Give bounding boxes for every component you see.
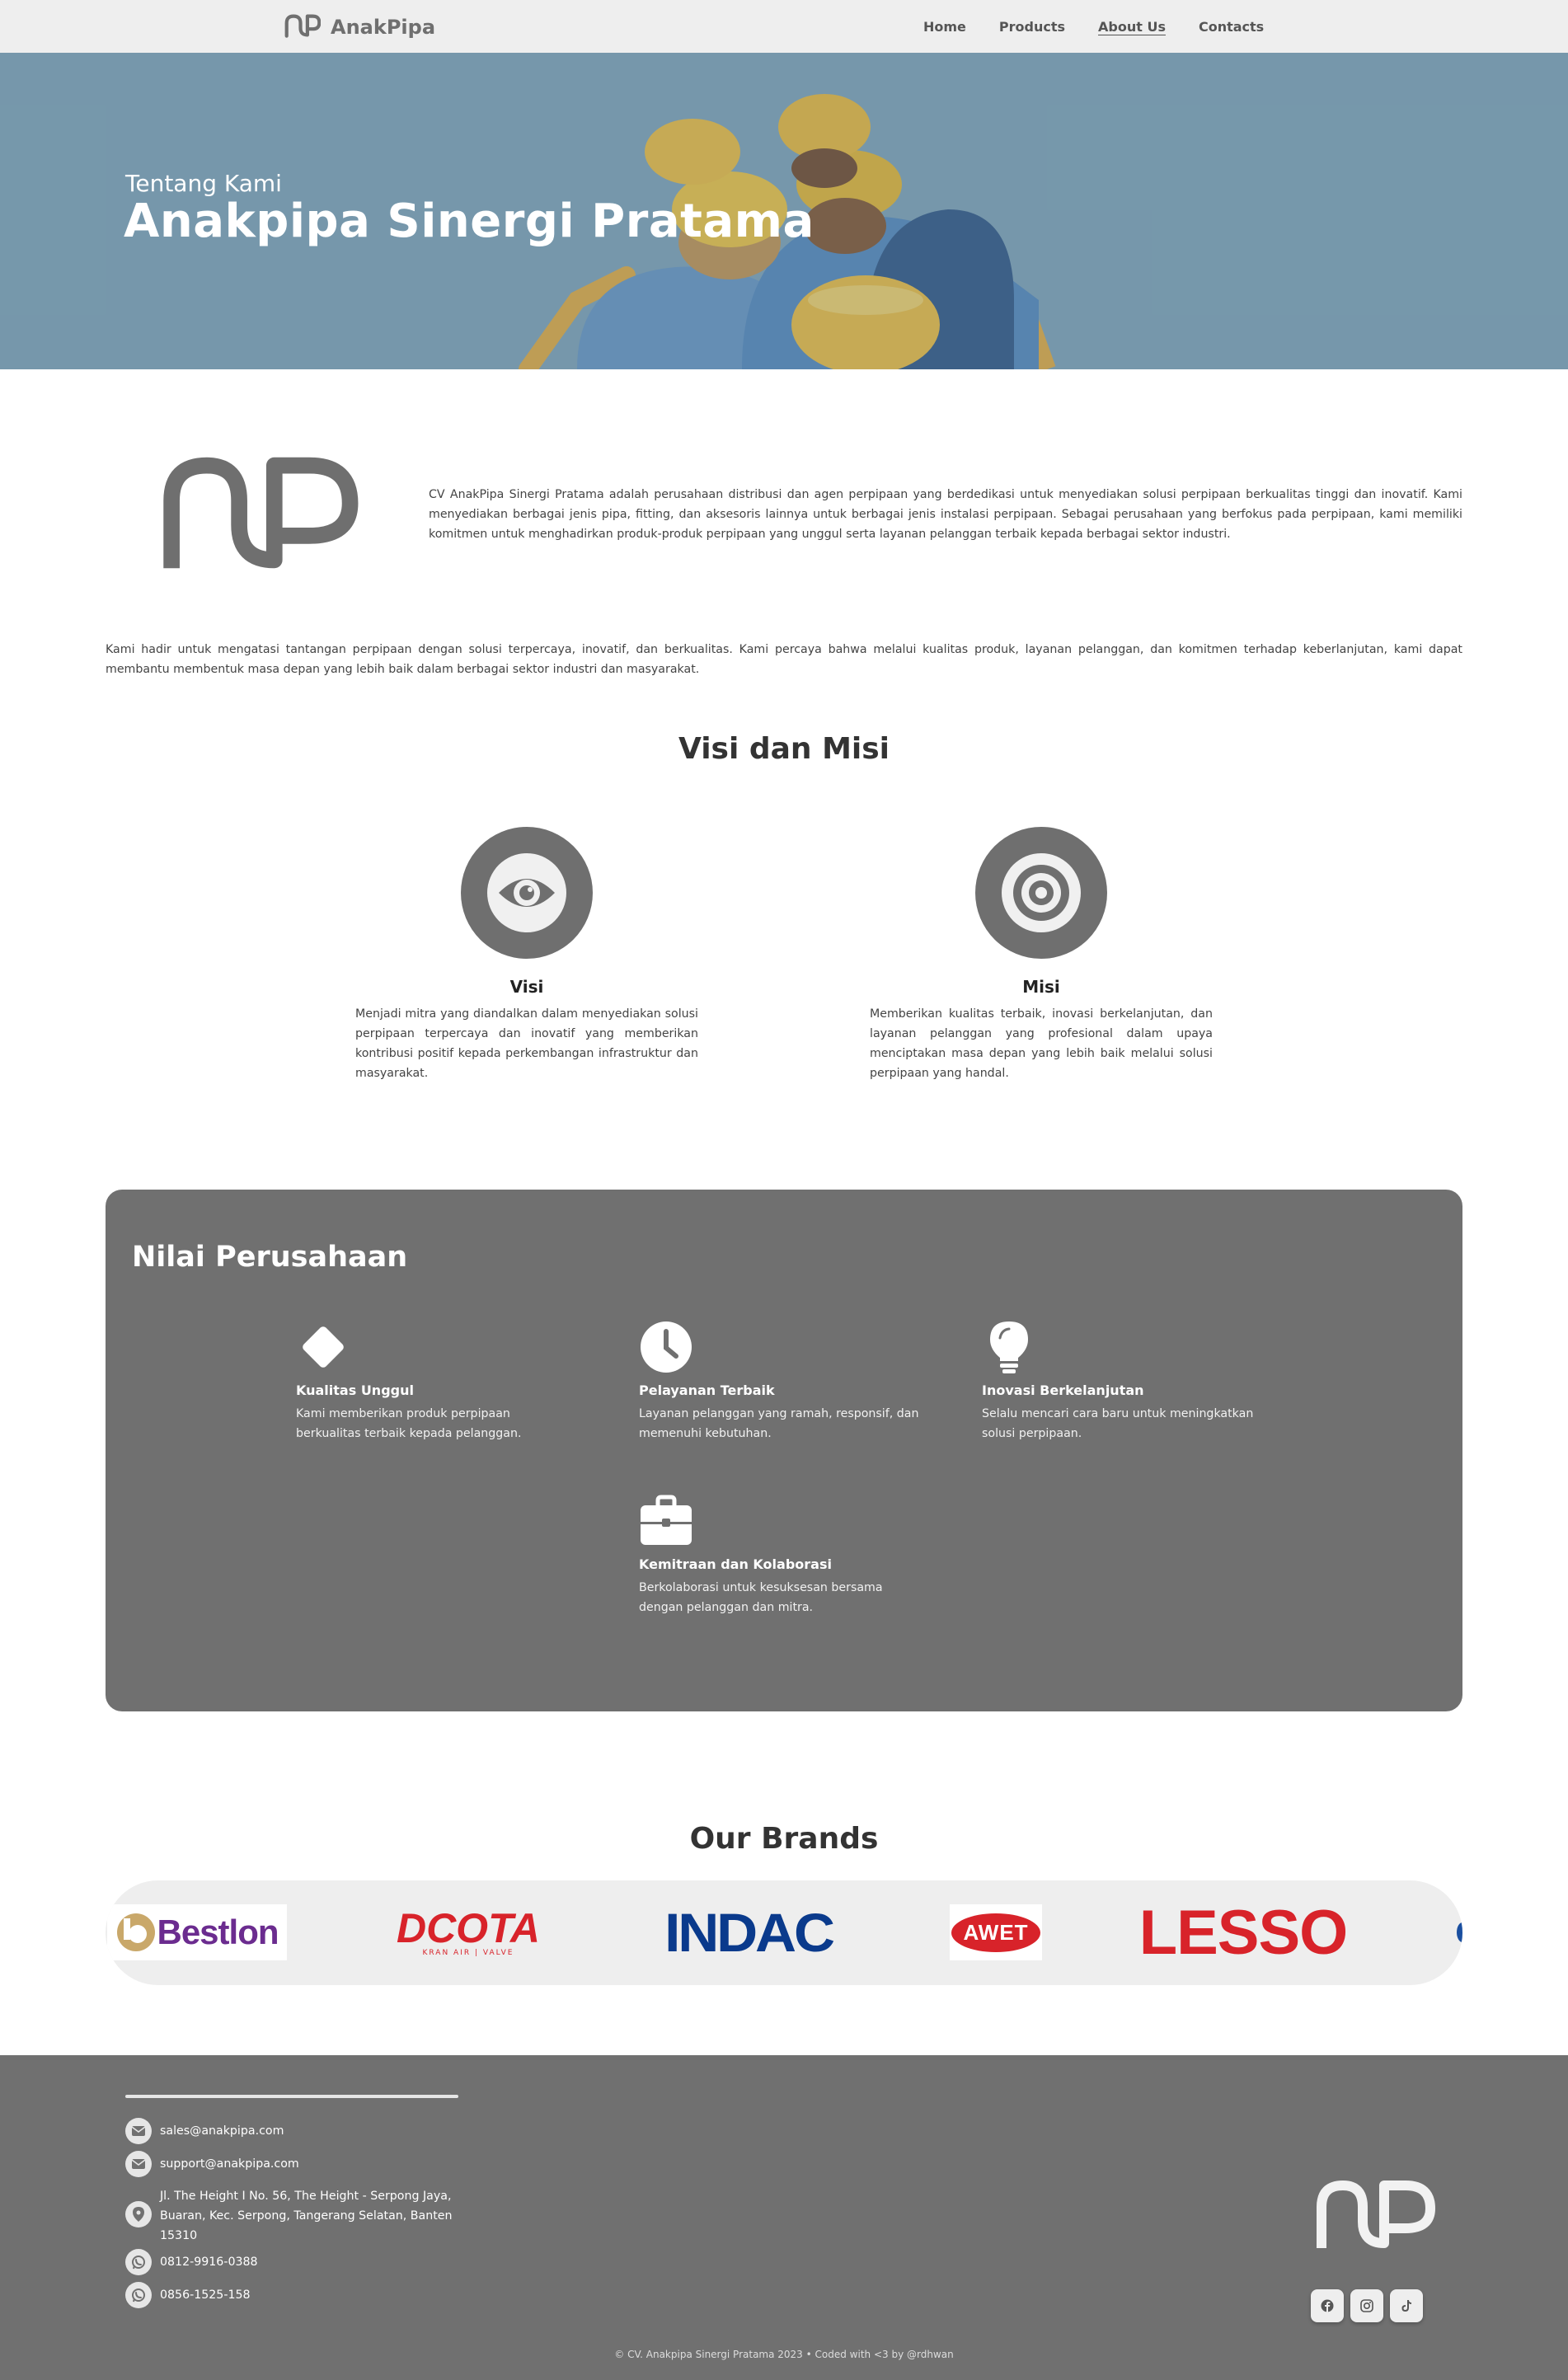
np-logo-icon	[283, 13, 322, 41]
whatsapp-icon	[125, 2282, 152, 2308]
hero-title: Anakpipa Sinergi Pratama	[124, 195, 815, 248]
value-heading: Kemitraan dan Kolaborasi	[639, 1556, 832, 1572]
brand-name: AWET	[951, 1913, 1040, 1952]
contact-whatsapp-2[interactable]: 0856-1525-158	[125, 2282, 251, 2308]
value-text: Selalu mencari cara baru untuk meningkat…	[982, 1407, 1254, 1440]
brands-carousel[interactable]: Bestlon DCOTA KRAN AIR | VALVE INDAC AWE…	[106, 1880, 1462, 1985]
value-heading: Pelayanan Terbaik	[639, 1382, 775, 1398]
brand-name: INDAC	[664, 1902, 835, 1963]
contact-address: Jl. The Height I No. 56, The Height - Se…	[125, 2183, 457, 2246]
contact-whatsapp-1[interactable]: 0812-9916-0388	[125, 2249, 258, 2275]
about-paragraph: Kami hadir untuk mengatasi tantangan per…	[106, 643, 1462, 676]
brand-name: DCOTA	[396, 1905, 541, 1951]
copyright: © CV. Anakpipa Sinergi Pratama 2023 • Co…	[614, 2349, 954, 2360]
instagram-icon[interactable]	[1350, 2289, 1383, 2322]
nav-links: Home Products About Us Contacts	[923, 0, 1264, 53]
brand-name: AnakPipa	[331, 16, 436, 39]
nav-contacts[interactable]: Contacts	[1199, 19, 1264, 35]
intro-paragraph: CV AnakPipa Sinergi Pratama adalah perus…	[429, 488, 1462, 541]
brands-title: Our Brands	[689, 1822, 879, 1856]
contact-email-sales[interactable]: sales@anakpipa.com	[125, 2118, 284, 2144]
contact-email-support[interactable]: support@anakpipa.com	[125, 2151, 299, 2177]
contact-text: 0812-9916-0388	[160, 2256, 258, 2269]
facebook-icon[interactable]	[1311, 2289, 1344, 2322]
value-heading: Kualitas Unggul	[296, 1382, 414, 1398]
value-heading: Inovasi Berkelanjutan	[982, 1382, 1144, 1398]
brand-logo-partial	[1454, 1904, 1462, 1960]
value-text: Kami memberikan produk perpipaan berkual…	[296, 1407, 522, 1440]
footer-divider	[125, 2095, 458, 2098]
brand-logo-awet[interactable]: AWET	[950, 1904, 1042, 1960]
eye-icon	[461, 827, 593, 959]
contact-text: Jl. The Height I No. 56, The Height - Se…	[160, 2190, 453, 2242]
visi-text: Menjadi mitra yang diandalkan dalam meny…	[355, 1007, 698, 1080]
brand-logo-lesso[interactable]: LESSO	[1139, 1898, 1349, 1968]
tiktok-icon[interactable]	[1390, 2289, 1423, 2322]
values-title: Nilai Perusahaan	[132, 1241, 408, 1274]
hero-banner: Tentang Kami Anakpipa Sinergi Pratama	[0, 53, 1568, 369]
brand-logo-bestlon[interactable]: Bestlon	[107, 1904, 287, 1960]
nav-home[interactable]: Home	[923, 19, 966, 35]
contact-text: 0856-1525-158	[160, 2288, 251, 2302]
np-logo-icon	[1312, 2177, 1441, 2255]
whatsapp-icon	[125, 2249, 152, 2275]
brand-tagline: KRAN AIR | VALVE	[422, 1949, 514, 1957]
values-section: Nilai Perusahaan Kualitas Unggul Kami me…	[106, 1190, 1462, 1711]
brand-name: LESSO	[1138, 1897, 1349, 1968]
envelope-icon	[125, 2118, 152, 2144]
misi-heading: Misi	[1022, 977, 1060, 997]
navbar: AnakPipa Home Products About Us Contacts	[0, 0, 1568, 53]
clock-icon	[639, 1320, 693, 1374]
value-text: Berkolaborasi untuk kesuksesan bersama d…	[639, 1581, 883, 1614]
diamond-icon	[296, 1320, 350, 1374]
brand-logo-dcota[interactable]: DCOTA KRAN AIR | VALVE	[386, 1904, 551, 1960]
brand-name: Bestlon	[157, 1913, 279, 1951]
company-logo	[161, 452, 364, 577]
envelope-icon	[125, 2151, 152, 2177]
briefcase-icon	[639, 1494, 693, 1548]
target-icon	[975, 827, 1107, 959]
visi-misi-title: Visi dan Misi	[678, 732, 890, 766]
lightbulb-icon	[982, 1320, 1036, 1374]
footer: sales@anakpipa.com support@anakpipa.com …	[0, 2055, 1568, 2380]
brand-link[interactable]: AnakPipa	[283, 13, 435, 41]
brand-logo-indac[interactable]: INDAC	[651, 1902, 846, 1963]
visi-heading: Visi	[509, 977, 544, 997]
np-logo-icon	[161, 457, 364, 577]
value-text: Layanan pelanggan yang ramah, responsif,…	[639, 1407, 919, 1440]
hero-subtitle: Tentang Kami	[125, 170, 282, 197]
contact-text: sales@anakpipa.com	[160, 2124, 284, 2138]
contact-text: support@anakpipa.com	[160, 2157, 299, 2171]
location-pin-icon	[125, 2201, 152, 2227]
nav-about-us[interactable]: About Us	[1098, 19, 1166, 35]
nav-products[interactable]: Products	[999, 19, 1065, 35]
misi-text: Memberikan kualitas terbaik, inovasi ber…	[870, 1007, 1213, 1080]
